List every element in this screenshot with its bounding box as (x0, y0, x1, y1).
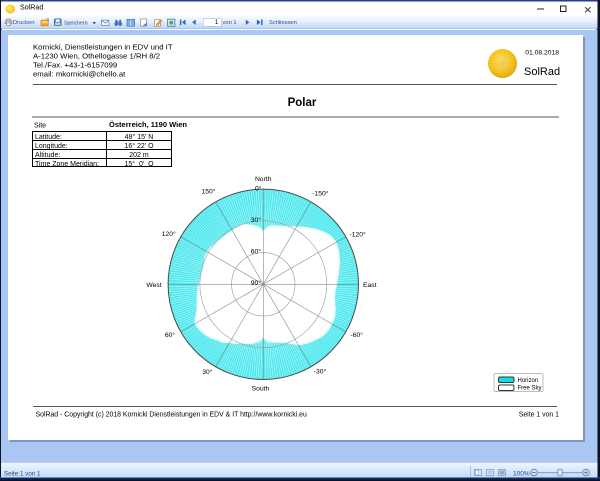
svg-text:East: East (363, 282, 377, 289)
svg-text:60°: 60° (165, 331, 176, 339)
svg-text:150°: 150° (202, 188, 216, 196)
svg-text:-150°: -150° (312, 190, 329, 198)
svg-text:60°: 60° (251, 247, 262, 255)
svg-text:90°: 90° (251, 279, 262, 287)
svg-text:West: West (146, 282, 161, 289)
svg-text:120°: 120° (162, 230, 176, 238)
svg-text:30°: 30° (202, 368, 213, 376)
svg-text:-120°: -120° (349, 231, 366, 239)
svg-text:0°: 0° (255, 185, 262, 193)
svg-text:-30°: -30° (314, 368, 327, 376)
svg-text:30°: 30° (251, 216, 262, 224)
svg-text:South: South (252, 386, 270, 393)
svg-text:-60°: -60° (350, 331, 363, 339)
svg-text:North: North (255, 176, 272, 183)
